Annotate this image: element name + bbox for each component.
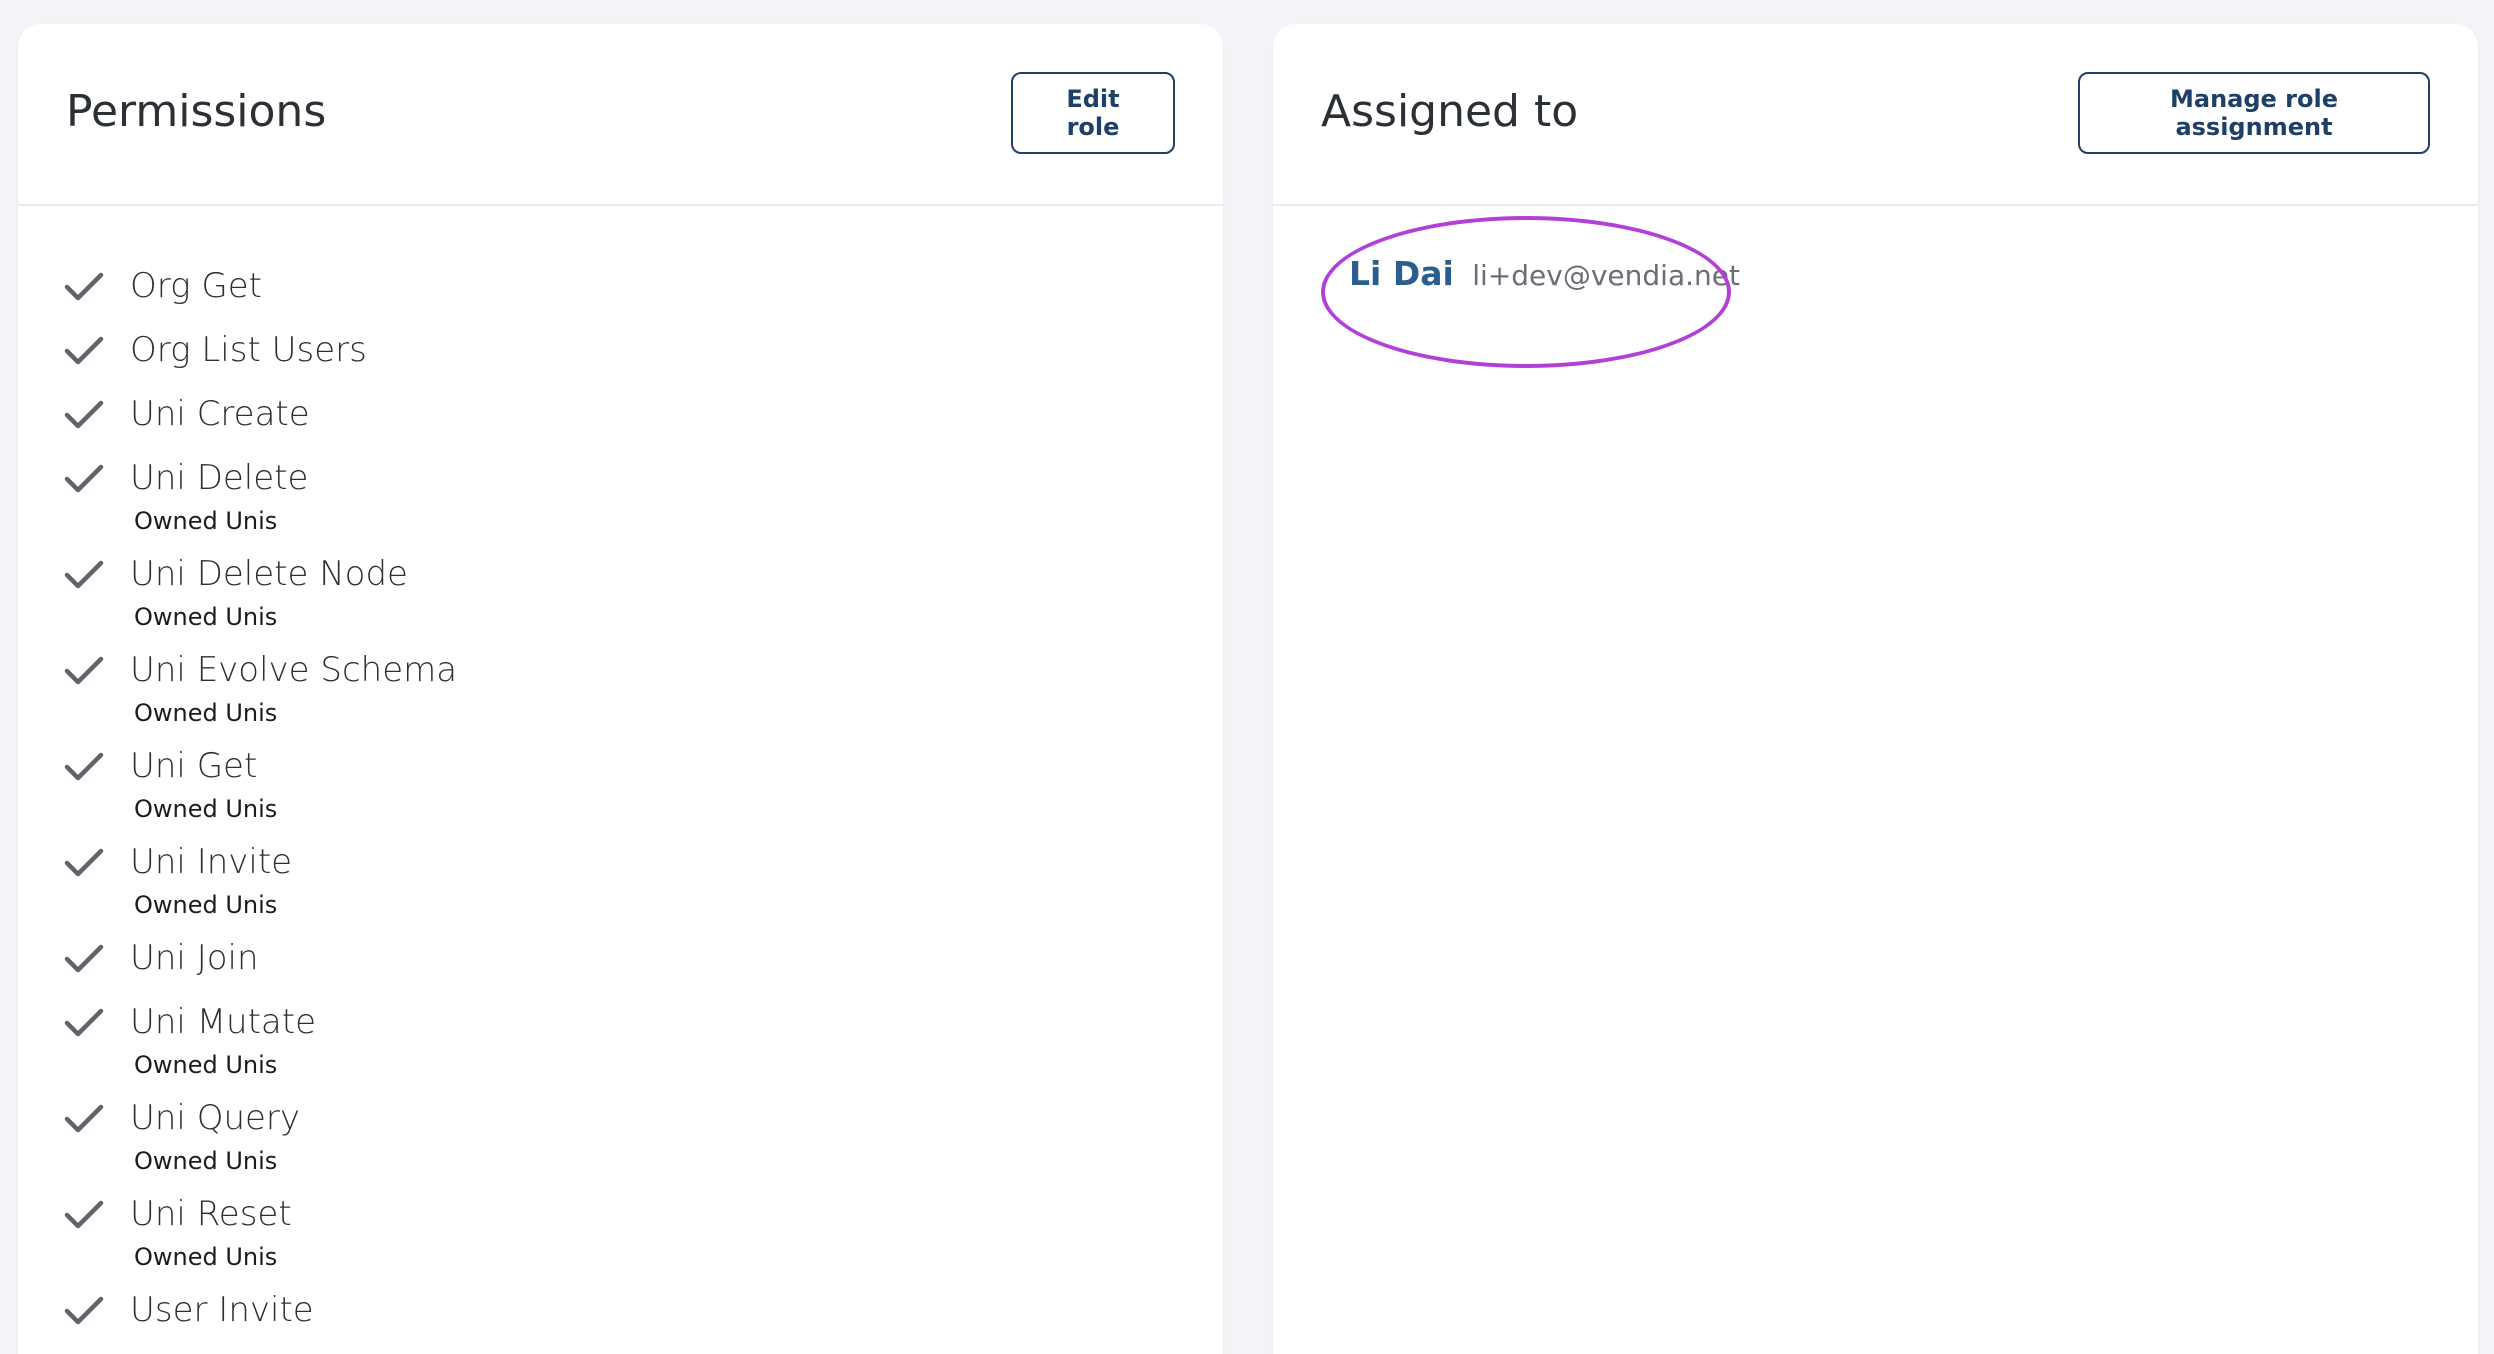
permission-name: Org Get xyxy=(130,266,262,306)
check-icon xyxy=(64,464,104,493)
check-icon xyxy=(64,272,104,301)
permissions-card-header: Permissions Edit role xyxy=(18,24,1223,206)
check-icon xyxy=(64,944,104,973)
check-icon xyxy=(64,336,104,365)
permission-name: Uni Invite xyxy=(130,842,293,882)
permission-name: Uni Get xyxy=(130,746,258,786)
permission-name: Org List Users xyxy=(130,330,367,370)
permission-name: Uni Delete xyxy=(130,458,309,498)
permission-name: Uni Delete Node xyxy=(130,554,408,594)
check-icon xyxy=(64,848,104,877)
permission-name: User Invite xyxy=(130,1290,314,1330)
check-icon xyxy=(64,1008,104,1037)
permission-name: Uni Reset xyxy=(130,1194,292,1234)
permission-name: Uni Join xyxy=(130,938,259,978)
permission-scope: Owned Unis xyxy=(134,891,278,919)
check-icon xyxy=(64,400,104,429)
check-icon xyxy=(64,560,104,589)
assigned-title: Assigned to xyxy=(1321,86,1579,137)
assignee-email: li+dev@vendia.net xyxy=(1472,259,1740,292)
permission-scope: Owned Unis xyxy=(134,1147,278,1175)
assigned-card: Assigned to Manage role assignment Li Da… xyxy=(1273,24,2478,1354)
check-icon xyxy=(64,752,104,781)
permission-scope: Owned Unis xyxy=(134,1051,278,1079)
assignee-entry[interactable]: Li Dai li+dev@vendia.net xyxy=(1349,254,1740,293)
permissions-card: Permissions Edit role Org Get Org List U… xyxy=(18,24,1223,1354)
permission-scope: Owned Unis xyxy=(134,1243,278,1271)
permission-scope: Owned Unis xyxy=(134,507,278,535)
manage-role-assignment-button[interactable]: Manage role assignment xyxy=(2078,72,2430,154)
permission-name: Uni Evolve Schema xyxy=(130,650,458,690)
permission-name: Uni Create xyxy=(130,394,310,434)
permission-scope: Owned Unis xyxy=(134,603,278,631)
check-icon xyxy=(64,1104,104,1133)
assigned-card-header: Assigned to Manage role assignment xyxy=(1273,24,2478,206)
permission-scope: Owned Unis xyxy=(134,699,278,727)
permission-name: Uni Query xyxy=(130,1098,301,1138)
permissions-title: Permissions xyxy=(66,86,327,137)
check-icon xyxy=(64,1296,104,1325)
permission-scope: Owned Unis xyxy=(134,795,278,823)
check-icon xyxy=(64,656,104,685)
edit-role-button[interactable]: Edit role xyxy=(1011,72,1175,154)
page: Permissions Edit role Org Get Org List U… xyxy=(0,0,2494,1354)
assignee-name-link[interactable]: Li Dai xyxy=(1349,254,1454,293)
check-icon xyxy=(64,1200,104,1229)
permission-name: Uni Mutate xyxy=(130,1002,316,1042)
